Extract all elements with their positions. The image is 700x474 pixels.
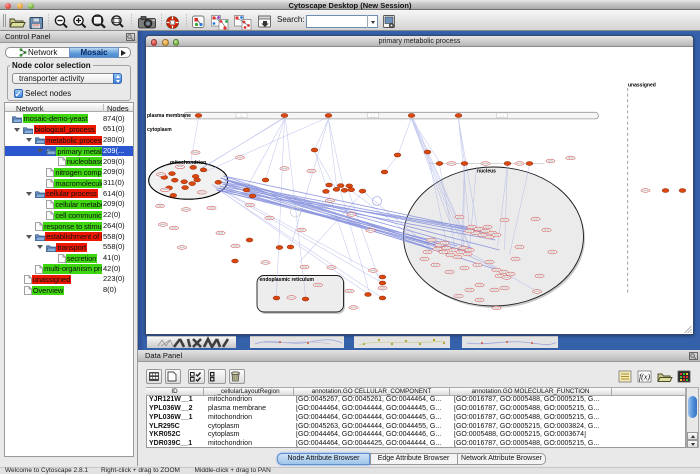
svg-text:####: #### <box>550 250 556 254</box>
svg-text:####: #### <box>263 260 269 264</box>
svg-text:mitochondrion: mitochondrion <box>170 160 206 166</box>
svg-text:####: #### <box>537 274 543 278</box>
svg-text:####: #### <box>504 275 510 279</box>
svg-text:####: #### <box>422 257 428 261</box>
svg-text:####: #### <box>485 225 491 229</box>
svg-text:####: #### <box>425 250 431 254</box>
svg-text:endoplasmic reticulum: endoplasmic reticulum <box>260 277 315 283</box>
svg-text:####: #### <box>494 233 500 237</box>
svg-text:####: #### <box>289 295 295 299</box>
svg-text:####: #### <box>349 212 355 216</box>
svg-text:####: #### <box>475 263 481 267</box>
svg-text:####: #### <box>494 306 500 310</box>
svg-text:####: #### <box>233 244 239 248</box>
svg-text:####: #### <box>533 217 539 221</box>
svg-text:####: #### <box>302 265 308 269</box>
svg-text:####: #### <box>457 215 463 219</box>
svg-text:####: #### <box>469 225 475 229</box>
svg-text:####: #### <box>568 156 574 160</box>
svg-text:[..]: [..] <box>240 113 243 117</box>
svg-text:####: #### <box>433 263 439 267</box>
svg-text:####: #### <box>447 270 453 274</box>
svg-text:####: #### <box>483 161 489 165</box>
svg-text:####: #### <box>548 159 554 163</box>
svg-text:####: #### <box>209 206 215 210</box>
svg-text:####: #### <box>160 222 166 226</box>
svg-text:####: #### <box>467 229 473 233</box>
svg-text:[..]: [..] <box>372 113 375 117</box>
svg-text:####: #### <box>199 190 205 194</box>
svg-text:####: #### <box>157 204 163 208</box>
svg-text:####: #### <box>171 226 177 230</box>
svg-text:####: #### <box>467 288 473 292</box>
svg-text:####: #### <box>451 248 457 252</box>
svg-text:####: #### <box>193 150 199 154</box>
svg-text:####: #### <box>441 250 447 254</box>
svg-text:####: #### <box>508 272 514 276</box>
svg-text:####: #### <box>329 265 335 269</box>
svg-text:####: #### <box>183 207 189 211</box>
svg-text:####: #### <box>327 198 333 202</box>
svg-text:####: #### <box>347 289 353 293</box>
svg-text:####: #### <box>492 288 498 292</box>
svg-text:unassigned: unassigned <box>628 83 656 89</box>
svg-text:####: #### <box>247 203 253 207</box>
svg-text:f(x): f(x) <box>639 373 650 382</box>
svg-text:####: #### <box>477 283 483 287</box>
svg-text:####: #### <box>502 218 508 222</box>
svg-text:####: #### <box>315 283 321 287</box>
svg-text:####: #### <box>534 289 540 293</box>
svg-text:####: #### <box>267 216 273 220</box>
svg-text:####: #### <box>351 305 357 309</box>
svg-text:####: #### <box>442 241 448 245</box>
svg-text:####: #### <box>467 248 473 252</box>
svg-text:[..]: [..] <box>501 113 504 117</box>
svg-text:####: #### <box>643 188 649 192</box>
svg-text:plasma membrane: plasma membrane <box>147 113 191 119</box>
svg-text:####: #### <box>501 270 507 274</box>
svg-text:####: #### <box>462 266 468 270</box>
svg-text:####: #### <box>455 255 461 259</box>
svg-text:####: #### <box>465 252 471 256</box>
svg-text:####: #### <box>179 245 185 249</box>
svg-text:####: #### <box>449 161 455 165</box>
svg-text:####: #### <box>477 298 483 302</box>
svg-text:####: #### <box>429 238 435 242</box>
svg-text:####: #### <box>544 228 550 232</box>
svg-text:####: #### <box>476 227 482 231</box>
svg-text:####: #### <box>487 260 493 264</box>
svg-text:####: #### <box>435 247 441 251</box>
svg-text:####: #### <box>162 188 168 192</box>
svg-text:####: #### <box>497 274 503 278</box>
svg-text:####: #### <box>517 161 523 165</box>
svg-text:####: #### <box>380 286 386 290</box>
svg-text:####: #### <box>218 231 224 235</box>
svg-text:####: #### <box>513 257 519 261</box>
svg-text:####: #### <box>282 166 288 170</box>
svg-text:####: #### <box>502 286 508 290</box>
svg-text:####: #### <box>237 155 243 159</box>
svg-text:####: #### <box>480 233 486 237</box>
svg-text:####: #### <box>517 245 523 249</box>
svg-text:####: #### <box>299 228 305 232</box>
svg-text:####: #### <box>487 235 493 239</box>
svg-text:####: #### <box>473 231 479 235</box>
svg-text:####: #### <box>448 253 454 257</box>
svg-text:####: #### <box>368 228 374 232</box>
svg-text:####: #### <box>456 294 462 298</box>
svg-text:####: #### <box>483 229 489 233</box>
svg-text:####: #### <box>158 172 164 176</box>
svg-text:nucleus: nucleus <box>477 169 496 175</box>
svg-text:cytoplasm: cytoplasm <box>147 127 172 133</box>
svg-text:####: #### <box>458 250 464 254</box>
svg-text:####: #### <box>444 246 450 250</box>
svg-text:####: #### <box>370 268 376 272</box>
svg-text:####: #### <box>494 268 500 272</box>
svg-text:####: #### <box>177 165 183 169</box>
svg-text:####: #### <box>309 169 315 173</box>
